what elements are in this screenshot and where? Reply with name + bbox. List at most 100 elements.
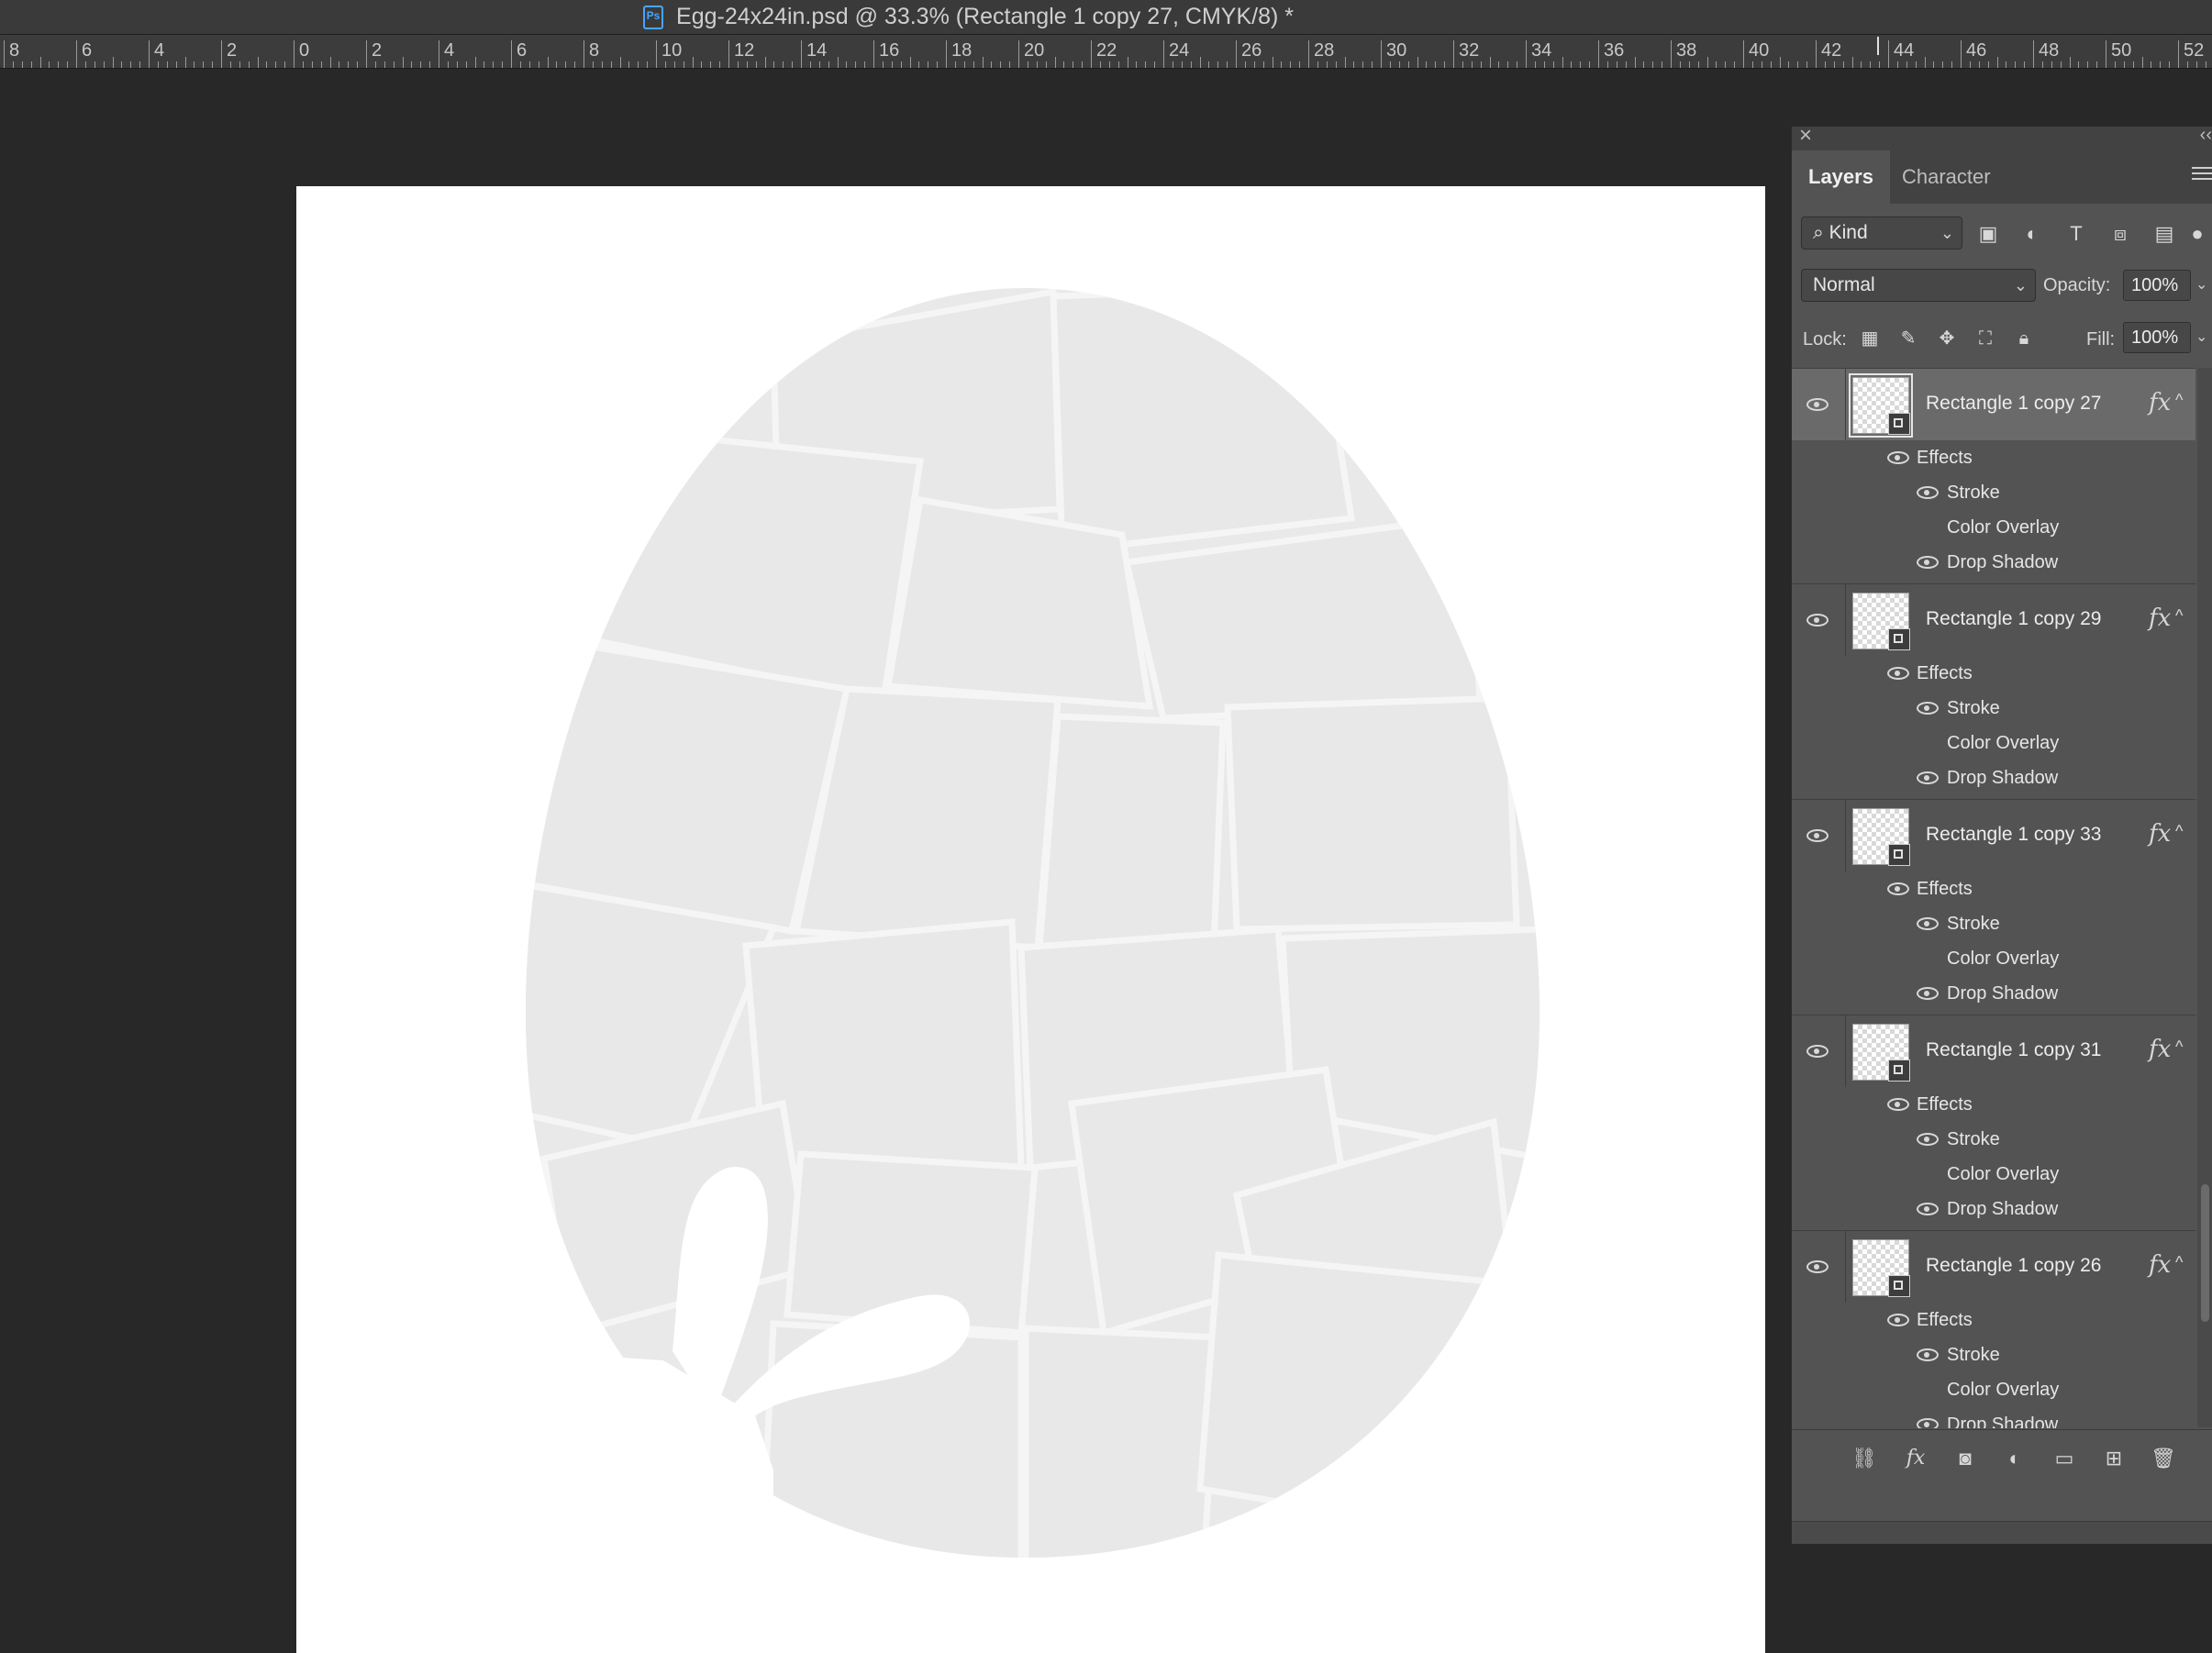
layer-list-scrollbar[interactable]	[2197, 368, 2212, 1427]
effect-item[interactable]: Stroke	[1792, 475, 2195, 510]
effects-row[interactable]: Effects	[1792, 1087, 2195, 1122]
smart-object-filter-icon[interactable]: ▤	[2151, 221, 2177, 247]
layer-effects-icon[interactable]: fx	[2149, 1036, 2171, 1063]
effects-row[interactable]: Effects	[1792, 656, 2195, 691]
effects-row[interactable]: Effects	[1792, 440, 2195, 475]
effect-visibility-eye-icon[interactable]	[1917, 556, 1939, 569]
effect-item[interactable]: Color Overlay	[1792, 510, 2195, 545]
blend-mode-dropdown[interactable]: Normal ⌄	[1801, 269, 2036, 302]
fill-chevron-icon[interactable]: ⌄	[2195, 327, 2207, 346]
layer-name[interactable]: Rectangle 1 copy 26	[1926, 1255, 2101, 1277]
layer-list[interactable]: Rectangle 1 copy 27 fx ^ Effects Stroke Color…	[1792, 368, 2195, 1428]
effects-row[interactable]: Effects	[1792, 1303, 2195, 1337]
type-filter-icon[interactable]: T	[2063, 221, 2089, 247]
effect-item[interactable]: Stroke	[1792, 1122, 2195, 1157]
layer-effects-icon[interactable]: fx	[2149, 389, 2171, 416]
layer-item[interactable]: Rectangle 1 copy 29 fx ^ Effects Stroke Color…	[1792, 584, 2195, 800]
tab-layers[interactable]: Layers	[1792, 150, 1890, 204]
effects-visibility-eye-icon[interactable]	[1887, 1098, 1909, 1111]
effect-item[interactable]: Drop Shadow	[1792, 1192, 2195, 1226]
effect-item[interactable]: Color Overlay	[1792, 941, 2195, 976]
layer-thumbnail[interactable]	[1852, 808, 1910, 866]
effect-item[interactable]: Color Overlay	[1792, 1157, 2195, 1192]
lock-all-icon[interactable]: 🔒︎	[2012, 327, 2036, 350]
layer-row[interactable]: Rectangle 1 copy 29 fx ^	[1792, 584, 2195, 656]
effect-item[interactable]: Drop Shadow	[1792, 976, 2195, 1011]
layer-row[interactable]: Rectangle 1 copy 33 fx ^	[1792, 800, 2195, 871]
effect-item[interactable]: Drop Shadow	[1792, 1407, 2195, 1428]
close-panel-icon[interactable]: ×	[1799, 123, 1812, 149]
visibility-eye-icon[interactable]	[1806, 1045, 1829, 1058]
layer-item[interactable]: Rectangle 1 copy 26 fx ^ Effects Stroke Color…	[1792, 1231, 2195, 1428]
effect-item[interactable]: Stroke	[1792, 906, 2195, 941]
collapse-effects-icon[interactable]: ^	[2175, 606, 2183, 626]
effect-item[interactable]: Drop Shadow	[1792, 545, 2195, 580]
collapse-effects-icon[interactable]: ^	[2175, 1037, 2183, 1057]
canvas-workspace[interactable]	[0, 69, 1791, 1653]
effect-item[interactable]: Color Overlay	[1792, 1372, 2195, 1407]
effect-visibility-eye-icon[interactable]	[1917, 987, 1939, 1000]
panel-menu-icon[interactable]	[2192, 167, 2212, 185]
opacity-chevron-icon[interactable]: ⌄	[2195, 275, 2207, 294]
shape-filter-icon[interactable]: ⧈	[2107, 221, 2133, 247]
layer-effects-icon[interactable]: fx	[2149, 1251, 2171, 1279]
effect-item[interactable]: Stroke	[1792, 691, 2195, 726]
delete-layer-icon[interactable]: 🗑︎	[2150, 1445, 2177, 1472]
new-layer-icon[interactable]: ⊞	[2100, 1445, 2128, 1472]
collapse-effects-icon[interactable]: ^	[2175, 822, 2183, 841]
effect-item[interactable]: Color Overlay	[1792, 726, 2195, 760]
image-filter-icon[interactable]: ▣	[1975, 221, 2001, 247]
collapse-effects-icon[interactable]: ^	[2175, 391, 2183, 410]
filter-toggle-icon[interactable]: ●	[2188, 221, 2206, 247]
visibility-eye-icon[interactable]	[1806, 1260, 1829, 1273]
tab-character[interactable]: Character	[1885, 150, 2007, 204]
layer-item[interactable]: Rectangle 1 copy 33 fx ^ Effects Stroke Color…	[1792, 800, 2195, 1015]
add-mask-icon[interactable]: ◙	[1951, 1445, 1979, 1472]
effect-visibility-eye-icon[interactable]	[1917, 917, 1939, 930]
layer-row[interactable]: Rectangle 1 copy 27 fx ^	[1792, 369, 2195, 440]
layer-effects-icon[interactable]: fx	[2149, 605, 2171, 632]
layer-thumbnail[interactable]	[1852, 1239, 1910, 1297]
effect-visibility-eye-icon[interactable]	[1917, 1418, 1939, 1428]
adjustment-filter-icon[interactable]: ◐	[2019, 221, 2045, 247]
layer-name[interactable]: Rectangle 1 copy 33	[1926, 824, 2101, 846]
effect-visibility-eye-icon[interactable]	[1917, 486, 1939, 499]
effects-visibility-eye-icon[interactable]	[1887, 882, 1909, 895]
new-adjustment-layer-icon[interactable]: ◐	[2001, 1445, 2029, 1472]
layer-item[interactable]: Rectangle 1 copy 27 fx ^ Effects Stroke Color…	[1792, 369, 2195, 584]
opacity-field[interactable]: 100%	[2123, 270, 2191, 301]
visibility-eye-icon[interactable]	[1806, 398, 1829, 411]
effect-visibility-eye-icon[interactable]	[1917, 1133, 1939, 1146]
new-group-icon[interactable]: ▭	[2051, 1445, 2078, 1472]
link-layers-icon[interactable]: ⛓	[1851, 1445, 1878, 1472]
lock-transparent-pixels-icon[interactable]: ▦	[1858, 327, 1882, 350]
layer-thumbnail[interactable]	[1852, 1024, 1910, 1082]
fill-field[interactable]: 100%	[2123, 322, 2191, 353]
layer-effects-icon[interactable]: fx	[2149, 820, 2171, 848]
collapse-effects-icon[interactable]: ^	[2175, 1253, 2183, 1272]
effect-item[interactable]: Stroke	[1792, 1337, 2195, 1372]
lock-position-icon[interactable]: ✥	[1935, 327, 1959, 350]
layer-row[interactable]: Rectangle 1 copy 31 fx ^	[1792, 1015, 2195, 1087]
filter-kind-dropdown[interactable]: ⌕ Kind ⌄	[1801, 216, 1962, 250]
document-canvas[interactable]	[296, 186, 1765, 1653]
layer-thumbnail[interactable]	[1849, 373, 1913, 438]
visibility-eye-icon[interactable]	[1806, 614, 1829, 627]
layer-thumbnail[interactable]	[1852, 593, 1910, 650]
effect-visibility-eye-icon[interactable]	[1917, 1348, 1939, 1361]
visibility-eye-icon[interactable]	[1806, 829, 1829, 842]
effects-visibility-eye-icon[interactable]	[1887, 451, 1909, 464]
layer-item[interactable]: Rectangle 1 copy 31 fx ^ Effects Stroke Color…	[1792, 1015, 2195, 1231]
effect-visibility-eye-icon[interactable]	[1917, 1203, 1939, 1215]
lock-image-pixels-icon[interactable]: ✎	[1896, 327, 1920, 350]
collapse-panel-icon[interactable]: ‹‹	[2200, 125, 2212, 146]
panel-resize-footer[interactable]	[1792, 1521, 2212, 1544]
layer-row[interactable]: Rectangle 1 copy 26 fx ^	[1792, 1231, 2195, 1303]
effects-row[interactable]: Effects	[1792, 871, 2195, 906]
effects-visibility-eye-icon[interactable]	[1887, 667, 1909, 680]
effects-visibility-eye-icon[interactable]	[1887, 1314, 1909, 1326]
horizontal-ruler[interactable]: 8 6 4 2 0 2 4 6 8 10 12 14 16 18 20 22 24 26 28 30 32 34 36 38 4…	[0, 35, 2212, 69]
layer-name[interactable]: Rectangle 1 copy 31	[1926, 1039, 2101, 1061]
effect-visibility-eye-icon[interactable]	[1917, 702, 1939, 715]
layer-name[interactable]: Rectangle 1 copy 27	[1926, 393, 2101, 415]
